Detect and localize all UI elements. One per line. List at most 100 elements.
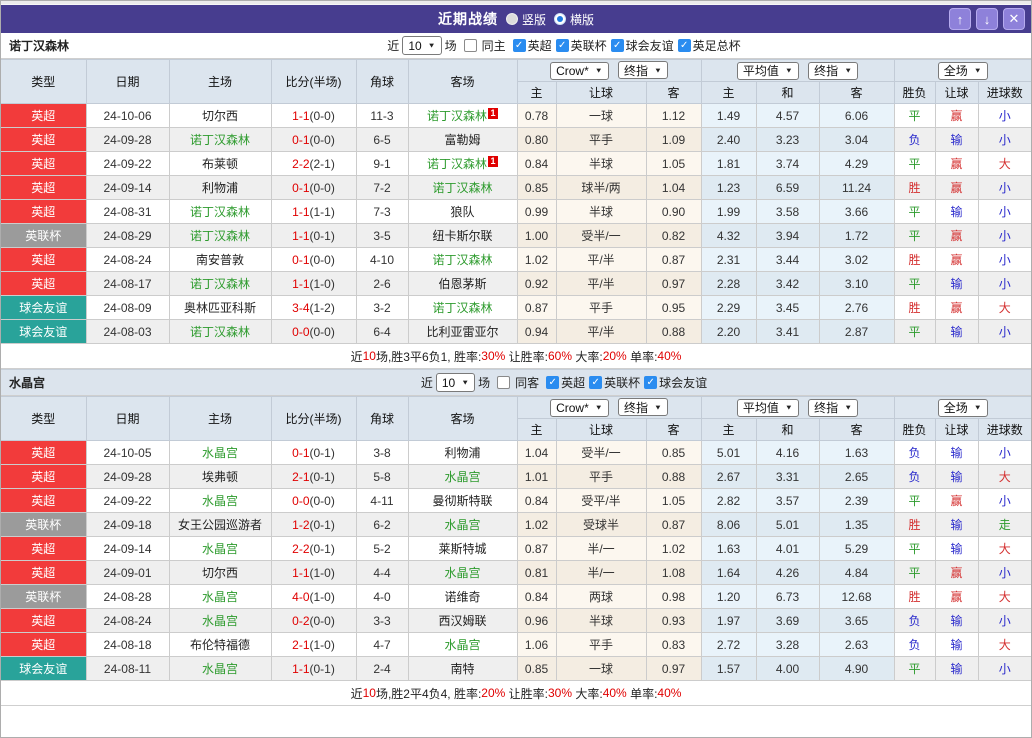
window-buttons: ↑ ↓ ✕ — [949, 8, 1025, 30]
move-up-button[interactable]: ↑ — [949, 8, 971, 30]
summary-text: 场,胜3平6负1, 胜率: — [375, 349, 482, 364]
away-team-name: 富勒姆 — [444, 133, 481, 147]
league-badge-label: 英超 — [31, 157, 56, 171]
odds-handicap-line: 受半/一 — [555, 223, 647, 248]
half-time-score: (0-1) — [309, 541, 335, 556]
checkbox-checked-icon[interactable] — [512, 39, 526, 52]
match-date: 24-08-09 — [85, 295, 170, 320]
team-filter-row-palace: 水晶宫 近 10 场 同客 英超 英联杯 球会友谊 — [1, 369, 1031, 396]
match-row: 英超 24-09-22 水晶宫 0-0(0-0) 4-11 曼彻斯特联 0.84… — [1, 488, 1031, 513]
away-team-name: 纽卡斯尔联 — [432, 229, 493, 243]
league-badge-label: 英超 — [31, 253, 56, 267]
full-time-score: 1-2 — [292, 517, 310, 532]
avg-away-odds: 3.04 — [818, 127, 895, 152]
checkbox-checked-icon[interactable] — [555, 39, 569, 52]
handicap-result: 输 — [934, 319, 979, 344]
col-type: 类型 — [1, 59, 87, 104]
avg-source-value: 平均值 — [742, 64, 779, 78]
odds-handicap-line: 半/一 — [555, 536, 647, 561]
score-cell: 2-1(0-1) — [270, 464, 357, 489]
odds-stage-select[interactable]: 终指 — [618, 61, 668, 80]
league-filter-checkbox[interactable]: 英联杯 — [589, 374, 640, 391]
summary-text: 20% — [481, 686, 506, 700]
odds-away: 1.08 — [645, 560, 702, 585]
home-team-name: 南安普敦 — [195, 253, 244, 267]
odds-handicap-line: 平/半 — [555, 271, 647, 296]
view-option-horizontal[interactable]: 横版 — [554, 11, 594, 28]
league-badge: 英超 — [1, 151, 87, 176]
col-away: 客场 — [407, 59, 518, 104]
summary-text: 40% — [657, 349, 682, 363]
league-badge: 英联杯 — [1, 223, 87, 248]
home-team-cell: 水晶宫 — [168, 608, 272, 633]
league-filter-checkbox[interactable]: 英足总杯 — [677, 37, 741, 54]
home-team-cell: 奥林匹亚科斯 — [168, 295, 272, 320]
goals-result: 大 — [977, 295, 1031, 320]
league-filter-label: 英足总杯 — [692, 39, 741, 53]
home-team-name: 切尔西 — [201, 566, 238, 580]
home-team-cell: 诺丁汉森林 — [168, 223, 272, 248]
home-team-cell: 水晶宫 — [168, 440, 272, 465]
match-row: 英超 24-08-31 诺丁汉森林 1-1(1-1) 7-3 狼队 0.99 半… — [1, 199, 1031, 224]
league-filter-checkbox[interactable]: 球会友谊 — [610, 37, 674, 54]
avg-home-odds: 2.67 — [700, 464, 757, 489]
odds-stage-select[interactable]: 终指 — [618, 398, 668, 417]
match-count-select[interactable]: 10 — [402, 36, 442, 55]
radio-checked-icon[interactable] — [554, 13, 566, 25]
avg-source-select[interactable]: 平均值 — [736, 61, 799, 80]
odds-away: 1.02 — [645, 536, 702, 561]
match-date: 24-08-28 — [85, 584, 170, 609]
scope-select[interactable]: 全场 — [937, 398, 988, 417]
radio-label-vertical: 竖版 — [521, 12, 546, 27]
checkbox-unchecked-icon[interactable] — [497, 376, 511, 389]
match-row: 英联杯 24-09-18 女王公园巡游者 1-2(0-1) 6-2 水晶宫 1.… — [1, 512, 1031, 537]
match-result: 平 — [893, 488, 936, 513]
checkbox-checked-icon[interactable] — [610, 39, 624, 52]
same-venue-checkbox[interactable]: 同客 — [497, 374, 539, 391]
avg-select-group: 平均值 终指 — [700, 59, 895, 82]
view-option-vertical[interactable]: 竖版 — [505, 11, 546, 28]
away-team-name: 诺丁汉森林 — [426, 109, 487, 123]
avg-draw-odds: 3.41 — [755, 319, 820, 344]
checkbox-unchecked-icon[interactable] — [463, 39, 477, 52]
half-time-score: (0-1) — [309, 517, 335, 532]
odds-source-select[interactable]: Crow* — [550, 398, 609, 417]
odds-away: 1.05 — [645, 488, 702, 513]
corners-count: 4-7 — [355, 632, 409, 657]
move-down-button[interactable]: ↓ — [976, 8, 998, 30]
goals-result: 大 — [977, 632, 1031, 657]
radio-unchecked-icon[interactable] — [505, 13, 518, 25]
checkbox-checked-icon[interactable] — [589, 376, 603, 389]
avg-away-odds: 2.87 — [818, 319, 895, 344]
match-result: 负 — [893, 464, 936, 489]
titlebar: 近期战绩 竖版 横版 ↑ ↓ ✕ — [1, 5, 1031, 33]
match-result: 平 — [893, 151, 936, 176]
match-row: 英超 24-08-17 诺丁汉森林 1-1(1-0) 2-6 伯恩茅斯 0.92… — [1, 271, 1031, 296]
same-venue-checkbox[interactable]: 同主 — [463, 37, 506, 54]
odds-source-select[interactable]: Crow* — [550, 61, 609, 80]
league-filter-label: 英联杯 — [570, 39, 607, 53]
avg-away-odds: 2.39 — [818, 488, 895, 513]
scope-select[interactable]: 全场 — [937, 61, 988, 80]
league-filter-checkbox[interactable]: 球会友谊 — [644, 374, 707, 391]
match-count-select[interactable]: 10 — [435, 373, 476, 392]
checkbox-checked-icon[interactable] — [644, 376, 658, 389]
checkbox-checked-icon[interactable] — [677, 39, 691, 52]
corners-count: 6-5 — [355, 127, 409, 152]
home-team-cell: 切尔西 — [168, 560, 272, 585]
league-filter-checkbox[interactable]: 英超 — [512, 37, 552, 54]
avg-source-select[interactable]: 平均值 — [736, 398, 799, 417]
league-badge-label: 英联杯 — [25, 518, 62, 532]
corners-count: 3-8 — [355, 440, 409, 465]
league-filter-checkbox[interactable]: 英联杯 — [555, 37, 607, 54]
score-cell: 0-1(0-0) — [270, 247, 357, 272]
close-button[interactable]: ✕ — [1003, 8, 1025, 30]
recent-results-window: 近期战绩 竖版 横版 ↑ ↓ ✕ 诺丁汉森林 近 10 场 同主 — [0, 0, 1032, 738]
league-filter-checkbox[interactable]: 英超 — [546, 374, 585, 391]
odds-handicap-line: 平手 — [555, 464, 647, 489]
checkbox-checked-icon[interactable] — [546, 376, 560, 389]
avg-stage-select[interactable]: 终指 — [808, 61, 859, 80]
avg-stage-select[interactable]: 终指 — [808, 398, 859, 417]
col-wdl: 胜负 — [893, 418, 936, 441]
summary-text: 30% — [481, 349, 506, 363]
